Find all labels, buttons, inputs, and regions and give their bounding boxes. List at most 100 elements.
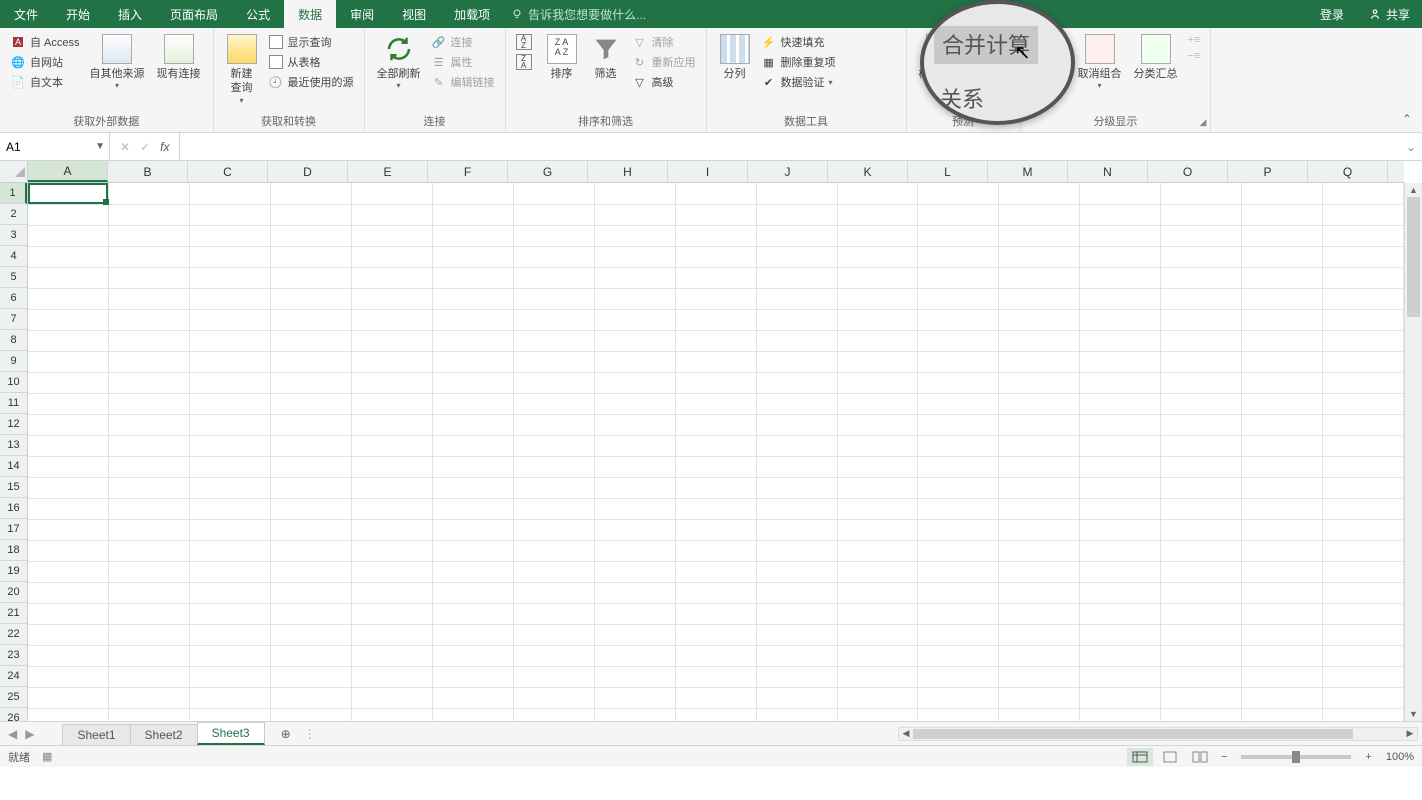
cell-F7[interactable]: [433, 309, 514, 330]
cell-E12[interactable]: [352, 414, 433, 435]
cell-E3[interactable]: [352, 225, 433, 246]
column-header-O[interactable]: O: [1148, 161, 1228, 182]
cell-D26[interactable]: [271, 708, 352, 721]
cell-L15[interactable]: [918, 477, 999, 498]
cell-E20[interactable]: [352, 582, 433, 603]
column-header-Q[interactable]: Q: [1308, 161, 1388, 182]
cell-B7[interactable]: [109, 309, 190, 330]
cell-P7[interactable]: [1242, 309, 1323, 330]
cell-M5[interactable]: [999, 267, 1080, 288]
cell-J21[interactable]: [756, 603, 837, 624]
cell-M10[interactable]: [999, 372, 1080, 393]
cell-C6[interactable]: [190, 288, 271, 309]
cell-J22[interactable]: [756, 624, 837, 645]
tab-insert[interactable]: 插入: [104, 0, 156, 28]
cell-F19[interactable]: [433, 561, 514, 582]
cell-N22[interactable]: [1080, 624, 1161, 645]
cell-C14[interactable]: [190, 456, 271, 477]
cell-E22[interactable]: [352, 624, 433, 645]
cell-L14[interactable]: [918, 456, 999, 477]
cell-F21[interactable]: [433, 603, 514, 624]
cell-B26[interactable]: [109, 708, 190, 721]
cell-F23[interactable]: [433, 645, 514, 666]
cell-F4[interactable]: [433, 246, 514, 267]
row-header-21[interactable]: 21: [0, 603, 27, 624]
cell-L22[interactable]: [918, 624, 999, 645]
cell-C8[interactable]: [190, 330, 271, 351]
cell-K26[interactable]: [837, 708, 918, 721]
cell-H13[interactable]: [594, 435, 675, 456]
cell-F26[interactable]: [433, 708, 514, 721]
remove-duplicates-button[interactable]: ▦删除重复项: [757, 53, 840, 71]
cell-B5[interactable]: [109, 267, 190, 288]
cell-C26[interactable]: [190, 708, 271, 721]
refresh-all-button[interactable]: 全部刷新▾: [371, 31, 427, 94]
cell-K4[interactable]: [837, 246, 918, 267]
cell-I24[interactable]: [675, 666, 756, 687]
cell-H12[interactable]: [594, 414, 675, 435]
cell-L26[interactable]: [918, 708, 999, 721]
cell-E9[interactable]: [352, 351, 433, 372]
cell-C24[interactable]: [190, 666, 271, 687]
normal-view-button[interactable]: [1127, 748, 1153, 766]
cell-A2[interactable]: [28, 204, 109, 225]
cell-G23[interactable]: [513, 645, 594, 666]
cell-L23[interactable]: [918, 645, 999, 666]
cell-B22[interactable]: [109, 624, 190, 645]
cell-B1[interactable]: [109, 183, 190, 204]
cell-F22[interactable]: [433, 624, 514, 645]
column-header-B[interactable]: B: [108, 161, 188, 182]
cell-F13[interactable]: [433, 435, 514, 456]
cell-D2[interactable]: [271, 204, 352, 225]
cell-C3[interactable]: [190, 225, 271, 246]
cell-A22[interactable]: [28, 624, 109, 645]
cell-F14[interactable]: [433, 456, 514, 477]
cell-B4[interactable]: [109, 246, 190, 267]
cell-C2[interactable]: [190, 204, 271, 225]
horizontal-scroll-thumb[interactable]: [913, 729, 1353, 739]
cell-Q24[interactable]: [1323, 666, 1404, 687]
cell-P4[interactable]: [1242, 246, 1323, 267]
cell-J5[interactable]: [756, 267, 837, 288]
zoom-in-button[interactable]: +: [1361, 751, 1375, 763]
zoom-slider[interactable]: [1241, 755, 1351, 759]
cell-Q7[interactable]: [1323, 309, 1404, 330]
row-header-9[interactable]: 9: [0, 351, 27, 372]
cell-D8[interactable]: [271, 330, 352, 351]
from-text-button[interactable]: 📄自文本: [6, 73, 84, 91]
row-header-7[interactable]: 7: [0, 309, 27, 330]
vertical-scrollbar[interactable]: ▲ ▼: [1404, 183, 1422, 721]
cell-I15[interactable]: [675, 477, 756, 498]
row-header-15[interactable]: 15: [0, 477, 27, 498]
name-box-input[interactable]: [6, 140, 76, 154]
tab-view[interactable]: 视图: [388, 0, 440, 28]
cell-D13[interactable]: [271, 435, 352, 456]
row-header-22[interactable]: 22: [0, 624, 27, 645]
cell-Q12[interactable]: [1323, 414, 1404, 435]
sort-asc-button[interactable]: AZ: [512, 33, 536, 51]
cell-Q18[interactable]: [1323, 540, 1404, 561]
cell-G26[interactable]: [513, 708, 594, 721]
cell-N8[interactable]: [1080, 330, 1161, 351]
cell-P3[interactable]: [1242, 225, 1323, 246]
cell-K5[interactable]: [837, 267, 918, 288]
cell-H16[interactable]: [594, 498, 675, 519]
cell-Q10[interactable]: [1323, 372, 1404, 393]
tab-formulas[interactable]: 公式: [232, 0, 284, 28]
cell-H18[interactable]: [594, 540, 675, 561]
cell-O8[interactable]: [1161, 330, 1242, 351]
cell-N3[interactable]: [1080, 225, 1161, 246]
cell-G2[interactable]: [513, 204, 594, 225]
cell-A17[interactable]: [28, 519, 109, 540]
cell-G22[interactable]: [513, 624, 594, 645]
cell-P17[interactable]: [1242, 519, 1323, 540]
cell-J7[interactable]: [756, 309, 837, 330]
cell-N23[interactable]: [1080, 645, 1161, 666]
cell-J23[interactable]: [756, 645, 837, 666]
cell-K15[interactable]: [837, 477, 918, 498]
cell-J25[interactable]: [756, 687, 837, 708]
cell-O4[interactable]: [1161, 246, 1242, 267]
cell-K23[interactable]: [837, 645, 918, 666]
cell-Q22[interactable]: [1323, 624, 1404, 645]
cell-P9[interactable]: [1242, 351, 1323, 372]
